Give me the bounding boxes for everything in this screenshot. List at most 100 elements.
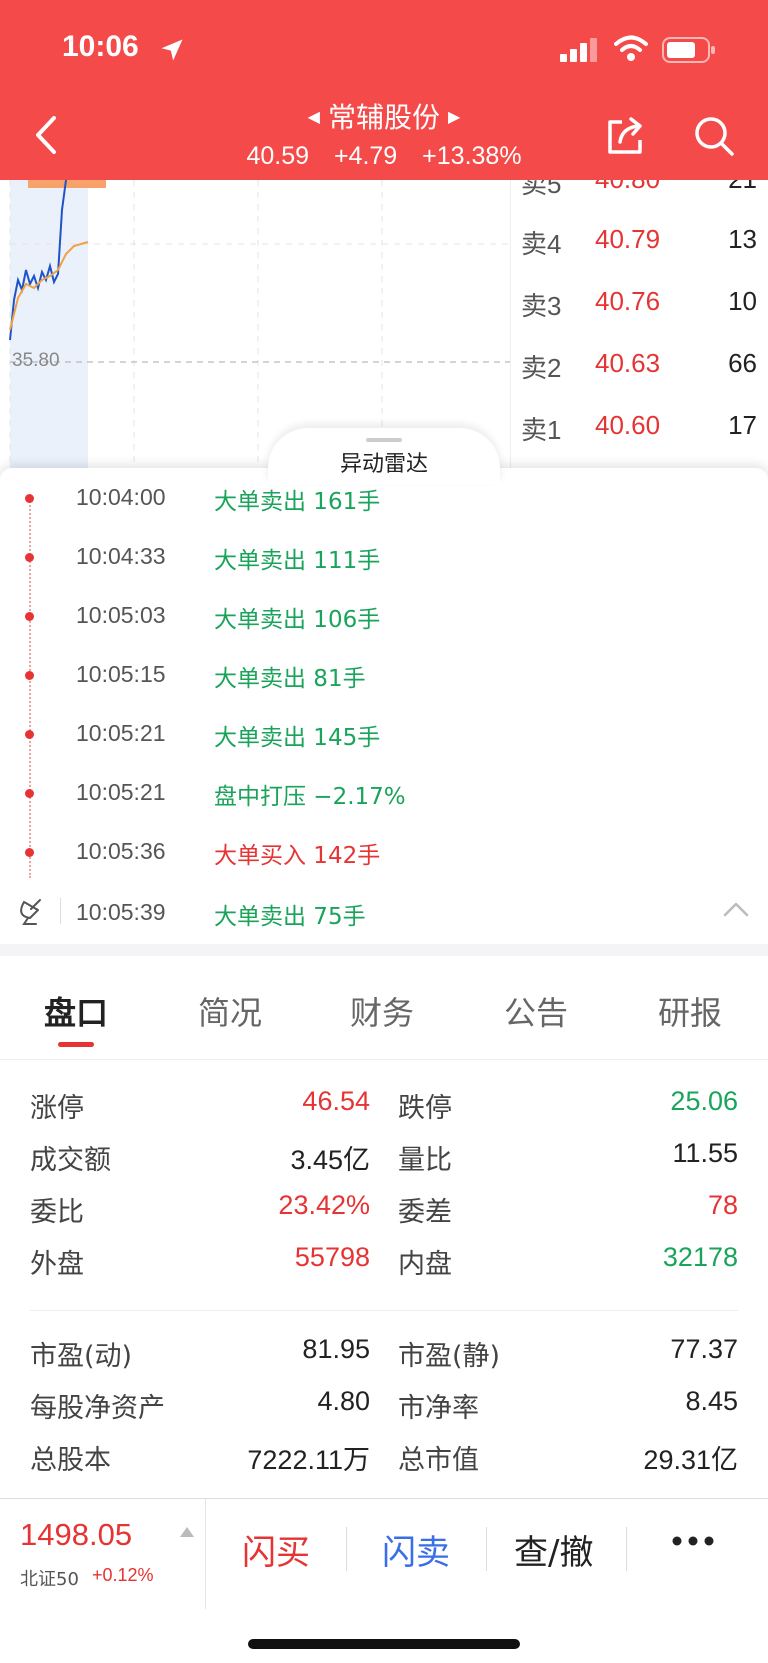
stat-label: 委比 [30, 1197, 84, 1228]
ob-volume: 21 [728, 180, 757, 195]
query-cancel-button[interactable]: 查/撤 [514, 1525, 593, 1574]
baseline-price-label: 35.80 [12, 350, 60, 371]
stat-label: 每股净资产 [30, 1393, 165, 1424]
stat-value: 11.55 [672, 1138, 738, 1168]
stat-label: 市盈(动) [30, 1341, 133, 1372]
stock-title[interactable]: ◀ 常辅股份 ▶ [0, 96, 768, 136]
chart-highlight-band [10, 180, 88, 470]
ob-volume: 13 [728, 224, 757, 254]
stat-row: 总股本 7222.11万 总市值 29.31亿 [0, 1438, 768, 1488]
stat-row: 委比 23.42% 委差 78 [0, 1190, 768, 1240]
event-time: 10:05:15 [76, 661, 166, 687]
radar-event[interactable]: 10:04:33 大单卖出 111手 [0, 539, 768, 579]
timeline-dot [25, 730, 34, 739]
stat-value: 23.42% [278, 1190, 370, 1220]
quote-summary: 40.59 +4.79 +13.38% [0, 142, 768, 171]
more-icon[interactable] [668, 1521, 718, 1561]
radar-dish-icon[interactable] [18, 896, 44, 926]
tab-financials[interactable]: 财务 [350, 988, 414, 1034]
drag-handle[interactable] [366, 438, 402, 442]
stat-value: 77.37 [670, 1334, 738, 1364]
event-time: 10:04:00 [76, 484, 166, 510]
stat-value: 46.54 [302, 1086, 370, 1116]
stat-value: 55798 [294, 1242, 370, 1272]
up-triangle-icon [180, 1527, 194, 1537]
next-stock-icon[interactable]: ▶ [448, 107, 460, 126]
event-text: 大单卖出 81手 [214, 666, 366, 692]
flash-sell-button[interactable]: 闪卖 [382, 1525, 450, 1574]
order-book-row: 卖2 40.63 66 [511, 348, 768, 388]
ob-level: 卖3 [521, 291, 562, 321]
stat-label: 跌停 [398, 1093, 452, 1124]
tab-research[interactable]: 研报 [658, 988, 722, 1034]
stat-value: 81.95 [302, 1334, 370, 1364]
stat-value: 7222.11万 [247, 1445, 370, 1475]
home-indicator[interactable] [248, 1639, 520, 1649]
timeline-dot [25, 553, 34, 562]
tab-order-book[interactable]: 盘口 [44, 988, 108, 1034]
stock-header: 10:06 ◀ 常辅股份 ▶ 40.59 +4.79 +13.38% [0, 0, 768, 180]
tab-overview[interactable]: 简况 [198, 988, 262, 1034]
market-stats: 涨停 46.54 跌停 25.06 成交额 3.45亿 量比 11.55 委比 … [0, 1062, 768, 1502]
index-value: 1498.05 [20, 1517, 133, 1552]
ob-volume: 66 [728, 348, 757, 378]
prev-stock-icon[interactable]: ◀ [308, 107, 320, 126]
radar-event[interactable]: 10:04:00 大单卖出 161手 [0, 480, 768, 520]
radar-event-latest[interactable]: 10:05:39 大单卖出 75手 [0, 895, 768, 935]
ob-level: 卖1 [521, 415, 562, 445]
event-text: 大单卖出 145手 [214, 725, 381, 751]
ob-price: 40.79 [595, 224, 661, 254]
event-time: 10:05:21 [76, 779, 166, 805]
order-book-row: 卖4 40.79 13 [511, 224, 768, 264]
wifi-icon [614, 35, 648, 61]
location-arrow-icon [161, 39, 183, 61]
search-icon[interactable] [692, 114, 736, 158]
active-tab-indicator [58, 1042, 94, 1047]
intraday-chart-area[interactable]: 35.80 卖5 40.80 21 卖4 40.79 13 卖3 40.76 1… [0, 180, 768, 470]
cellular-signal-icon [560, 38, 597, 62]
tab-announcements[interactable]: 公告 [504, 988, 568, 1034]
stat-row: 市盈(动) 81.95 市盈(静) 77.37 [0, 1334, 768, 1384]
intraday-chart[interactable] [0, 180, 510, 470]
stat-label: 涨停 [30, 1093, 84, 1124]
section-divider [0, 944, 768, 956]
stat-value: 29.31亿 [643, 1445, 738, 1475]
event-text: 大单卖出 106手 [214, 607, 381, 633]
stock-name: 常辅股份 [327, 101, 440, 134]
stat-label: 总股本 [30, 1445, 111, 1476]
detail-tabs: 盘口 简况 财务 公告 研报 [0, 956, 768, 1060]
order-book-row: 卖3 40.76 10 [511, 286, 768, 326]
radar-event[interactable]: 10:05:21 盘中打压 −2.17% [0, 775, 768, 815]
stat-row: 每股净资产 4.80 市净率 8.45 [0, 1386, 768, 1436]
event-text: 大单卖出 75手 [214, 904, 366, 930]
radar-event[interactable]: 10:05:15 大单卖出 81手 [0, 657, 768, 697]
timeline-dot [25, 612, 34, 621]
stat-value: 3.45亿 [290, 1145, 370, 1175]
stat-row: 成交额 3.45亿 量比 11.55 [0, 1138, 768, 1188]
event-time: 10:05:39 [76, 899, 166, 925]
event-time: 10:05:21 [76, 720, 166, 746]
chevron-up-icon[interactable] [722, 898, 750, 920]
radar-event[interactable]: 10:05:36 大单买入 142手 [0, 834, 768, 874]
divider [30, 1310, 738, 1311]
timeline-dot [25, 789, 34, 798]
event-time: 10:05:03 [76, 602, 166, 628]
radar-event[interactable]: 10:05:03 大单卖出 106手 [0, 598, 768, 638]
flash-buy-button[interactable]: 闪买 [242, 1525, 310, 1574]
order-book-row: 卖1 40.60 17 [511, 410, 768, 450]
index-ticker[interactable]: 1498.05 北证50 +0.12% [0, 1499, 206, 1609]
stat-value: 32178 [662, 1242, 738, 1272]
order-book: 卖5 40.80 21 卖4 40.79 13 卖3 40.76 10 卖2 4… [510, 180, 768, 470]
radar-panel: 10:04:00 大单卖出 161手 10:04:33 大单卖出 111手 10… [0, 468, 768, 944]
battery-icon [662, 37, 715, 63]
stat-label: 市净率 [398, 1393, 479, 1424]
divider [486, 1527, 487, 1571]
stat-label: 成交额 [30, 1145, 111, 1176]
price-change: +4.79 [333, 142, 398, 170]
radar-event[interactable]: 10:05:21 大单卖出 145手 [0, 716, 768, 756]
stat-label: 外盘 [30, 1249, 84, 1280]
timeline-dot [25, 494, 34, 503]
status-time: 10:06 [62, 30, 139, 63]
share-icon[interactable] [604, 114, 646, 156]
stat-value: 8.45 [685, 1386, 738, 1416]
